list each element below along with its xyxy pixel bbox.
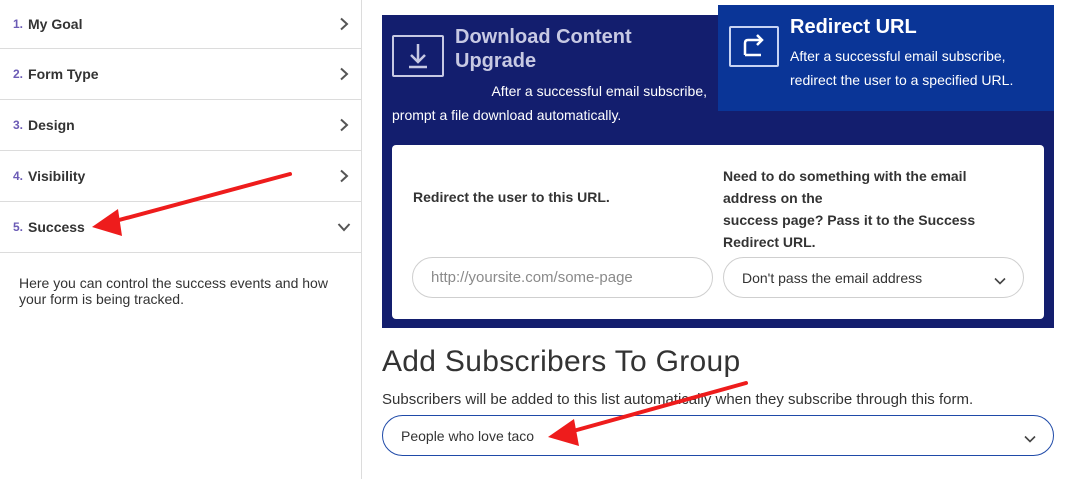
pass-email-label: Need to do something with the email addr… [723, 165, 1023, 253]
option-description-line: prompt a file download automatically. [392, 107, 622, 123]
step-label: My Goal [28, 16, 83, 32]
redirect-url-label: Redirect the user to this URL. [413, 189, 610, 205]
pass-email-label-line: address on the [723, 190, 823, 206]
step-label: Visibility [28, 168, 86, 184]
chevron-down-icon [993, 273, 1007, 285]
step-design[interactable]: 3. Design [0, 100, 361, 151]
pass-email-label-line: success page? Pass it to the Success [723, 212, 976, 228]
chevron-right-icon [337, 169, 351, 183]
step-my-goal[interactable]: 1. My Goal [0, 0, 361, 49]
group-selected-value: People who love taco [401, 427, 535, 444]
chevron-right-icon [337, 67, 351, 81]
main-content: Download Content Upgrade After a success… [382, 0, 1054, 479]
step-number: 2. [13, 67, 24, 81]
success-step-description: Here you can control the success events … [19, 275, 328, 307]
redirect-settings-card: Redirect the user to this URL. Need to d… [392, 145, 1044, 319]
step-number: 4. [13, 169, 24, 183]
chevron-right-icon [337, 17, 351, 31]
step-label: Success [28, 219, 85, 235]
sidebar: 1. My Goal 2. Form Type 3. Design 4. Vis… [0, 0, 362, 479]
redirect-arrow-icon [729, 26, 779, 67]
step-number: 3. [13, 118, 24, 132]
option-title: Redirect URL [790, 16, 917, 38]
chevron-down-icon [1023, 431, 1037, 443]
option-description: After a successful email subscribe, redi… [790, 48, 1014, 88]
option-title: Download Content Upgrade [455, 26, 632, 72]
step-visibility[interactable]: 4. Visibility [0, 151, 361, 202]
group-section-description: Subscribers will be added to this list a… [382, 391, 974, 408]
subscriber-group-select[interactable]: People who love taco [382, 415, 1054, 456]
group-section-title: Add Subscribers To Group [382, 345, 741, 378]
step-number: 5. [13, 220, 24, 234]
option-description-line: After a successful email subscribe, [491, 83, 707, 99]
download-icon [392, 35, 444, 77]
step-success[interactable]: 5. Success [0, 202, 361, 253]
chevron-right-icon [337, 118, 351, 132]
pass-email-label-line: Need to do something with the email [723, 168, 967, 184]
option-download-content-upgrade[interactable]: Download Content Upgrade After a success… [382, 15, 718, 135]
step-number: 1. [13, 17, 24, 31]
pass-email-select[interactable]: Don't pass the email address [723, 257, 1024, 298]
step-form-type[interactable]: 2. Form Type [0, 49, 361, 100]
chevron-down-icon [337, 220, 351, 234]
pass-email-selected-value: Don't pass the email address [742, 269, 923, 286]
option-description: After a successful email subscribe, prom… [392, 79, 707, 127]
option-redirect-url[interactable]: Redirect URL After a successful email su… [718, 5, 1054, 111]
pass-email-label-line: Redirect URL. [723, 234, 816, 250]
redirect-url-input[interactable] [412, 257, 713, 298]
step-label: Form Type [28, 66, 99, 82]
success-type-panel: Download Content Upgrade After a success… [382, 5, 1054, 328]
step-label: Design [28, 117, 75, 133]
